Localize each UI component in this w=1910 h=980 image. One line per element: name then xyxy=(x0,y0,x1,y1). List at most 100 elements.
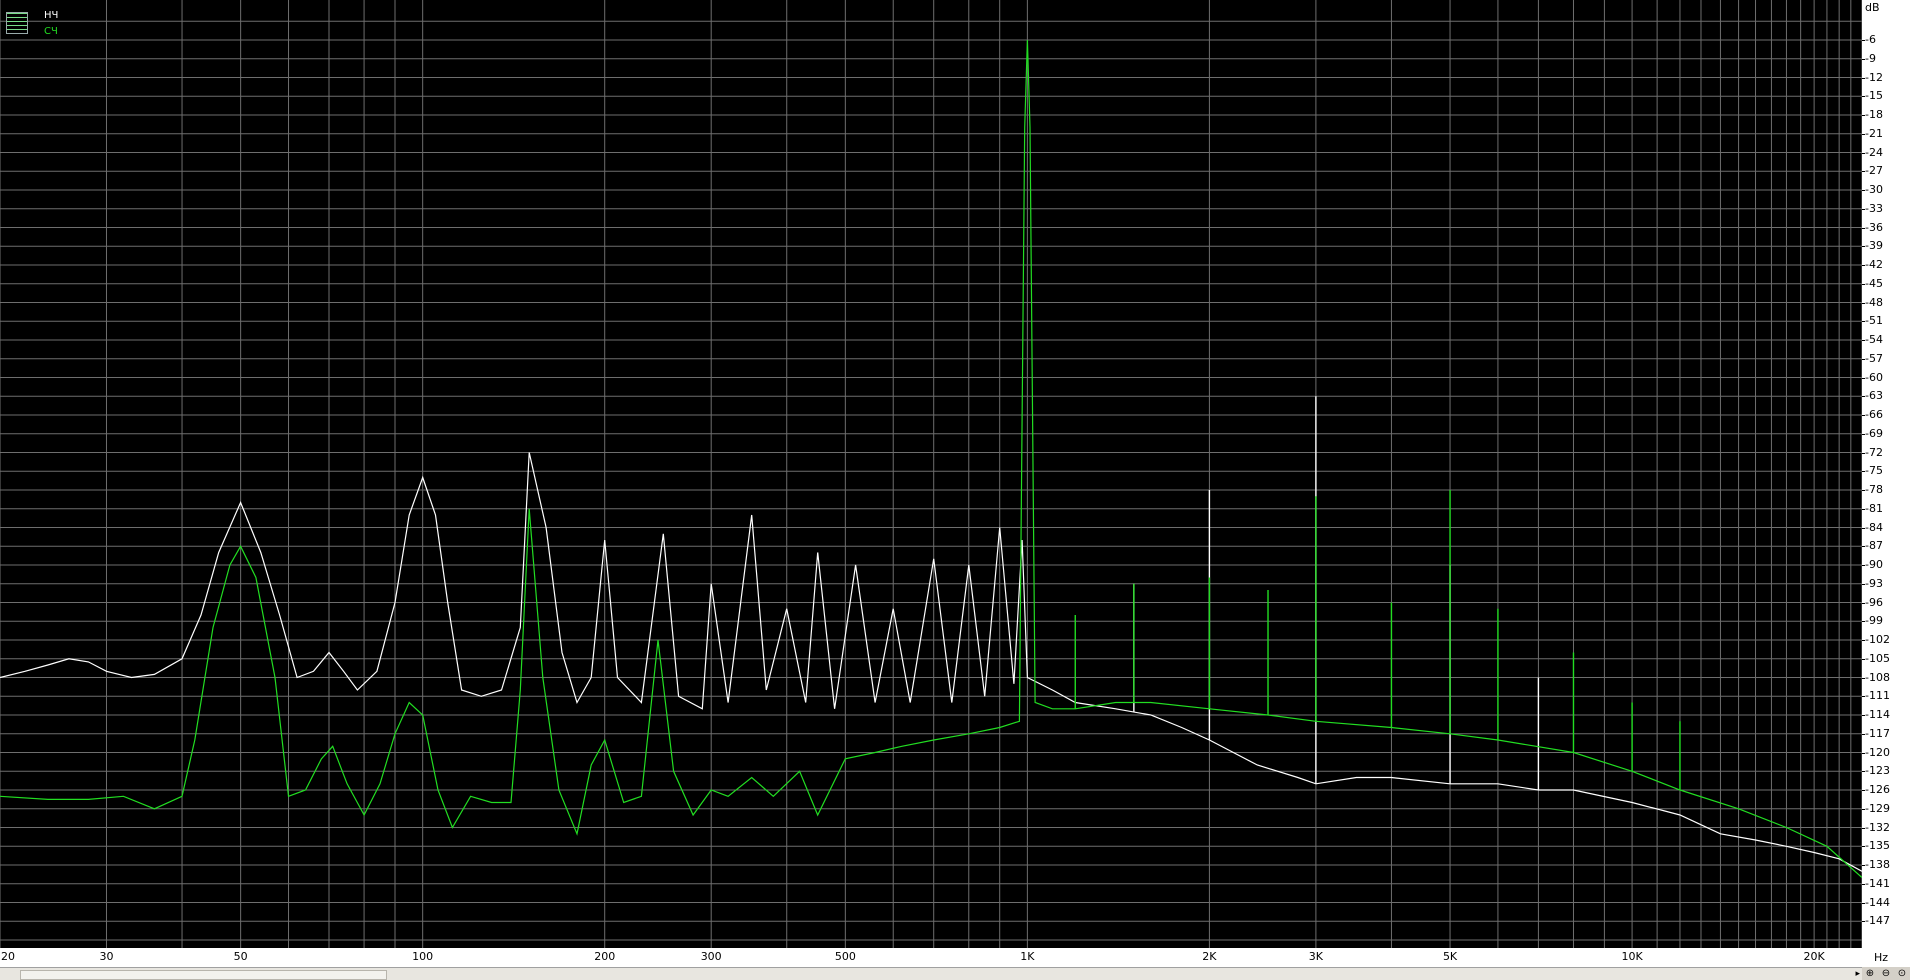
y-tick-mark xyxy=(1862,396,1865,398)
y-tick-mark xyxy=(1862,733,1865,735)
y-tick-label: -63 xyxy=(1865,389,1883,403)
zoom-in-icon[interactable]: ⊕ xyxy=(1866,968,1874,980)
y-tick-mark xyxy=(1862,677,1865,679)
y-axis-unit: dB xyxy=(1865,1,1880,14)
y-tick-mark xyxy=(1862,865,1865,866)
zoom-out-icon[interactable]: ⊖ xyxy=(1882,968,1890,980)
y-tick-mark xyxy=(1862,696,1865,698)
y-tick-mark xyxy=(1862,640,1865,641)
y-tick-mark xyxy=(1862,902,1865,904)
y-tick-mark xyxy=(1862,227,1865,229)
zoom-fit-icon[interactable]: ⊙ xyxy=(1898,968,1906,980)
y-tick-mark xyxy=(1862,377,1865,379)
y-tick-mark xyxy=(1862,565,1865,566)
y-tick-mark xyxy=(1862,246,1865,248)
legend-grid-icon[interactable] xyxy=(6,12,28,34)
y-tick-mark xyxy=(1862,58,1865,60)
y-tick-mark xyxy=(1862,283,1865,285)
y-tick-label: -39 xyxy=(1865,239,1883,253)
y-tick-label: -12 xyxy=(1865,70,1883,84)
y-tick-label: -69 xyxy=(1865,426,1883,440)
y-tick-label: -66 xyxy=(1865,408,1883,421)
y-tick-label: -18 xyxy=(1865,108,1883,121)
y-tick-label: -54 xyxy=(1865,333,1883,346)
y-tick-label: -81 xyxy=(1865,501,1883,515)
x-tick-label: 1K xyxy=(1020,950,1035,963)
y-tick-mark xyxy=(1862,190,1865,191)
horizontal-scrollbar[interactable]: ▸ xyxy=(0,967,1862,980)
y-tick-mark xyxy=(1862,771,1865,773)
y-tick-label: -27 xyxy=(1865,164,1883,178)
y-tick-mark xyxy=(1862,621,1865,623)
y-tick-mark xyxy=(1862,208,1865,210)
x-tick-label: 500 xyxy=(834,950,856,963)
y-tick-mark xyxy=(1862,302,1865,304)
x-tick-label: 200 xyxy=(594,950,616,963)
y-axis: dB -6 -9 -12 -15 -18 -21 -24 -27 -30 -33 -36 -39 -42… xyxy=(1862,0,1910,948)
y-tick-label: -60 xyxy=(1865,370,1883,384)
x-tick-label: 100 xyxy=(412,950,434,963)
scroll-thumb[interactable] xyxy=(20,970,387,980)
y-tick-label: -132 xyxy=(1865,820,1890,834)
y-tick-label: -90 xyxy=(1865,558,1883,571)
y-tick-mark xyxy=(1862,715,1865,716)
legend-label-nch: НЧ xyxy=(44,10,59,21)
y-tick-label: -9 xyxy=(1865,51,1876,65)
y-tick-mark xyxy=(1862,658,1865,660)
y-tick-mark xyxy=(1862,96,1865,98)
y-tick-mark xyxy=(1862,152,1865,154)
y-tick-label: -99 xyxy=(1865,614,1883,628)
y-tick-mark xyxy=(1862,452,1865,454)
y-tick-mark xyxy=(1862,415,1865,416)
legend: НЧ СЧ xyxy=(6,8,166,40)
y-tick-label: -42 xyxy=(1865,258,1883,271)
y-tick-mark xyxy=(1862,40,1865,41)
zoom-controls: ⊕ ⊖ ⊙ xyxy=(1862,967,1910,980)
y-tick-label: -117 xyxy=(1865,726,1890,740)
x-tick-label: 20 xyxy=(1,950,15,963)
y-tick-mark xyxy=(1862,340,1865,341)
y-tick-mark xyxy=(1862,602,1865,604)
y-tick-label: -147 xyxy=(1865,914,1890,928)
y-tick-mark xyxy=(1862,827,1865,829)
y-tick-label: -114 xyxy=(1865,708,1890,721)
y-tick-label: -75 xyxy=(1865,464,1883,478)
y-tick-label: -87 xyxy=(1865,539,1883,553)
y-tick-mark xyxy=(1862,77,1865,79)
y-tick-mark xyxy=(1862,265,1865,266)
y-tick-label: -120 xyxy=(1865,745,1890,759)
y-tick-label: -138 xyxy=(1865,858,1890,871)
y-tick-mark xyxy=(1862,752,1865,754)
scroll-right-arrow-icon[interactable]: ▸ xyxy=(1855,969,1860,979)
spectrum-plot-area[interactable]: НЧ СЧ xyxy=(0,0,1862,948)
y-tick-mark xyxy=(1862,133,1865,135)
y-tick-label: -30 xyxy=(1865,183,1883,196)
y-tick-label: -57 xyxy=(1865,351,1883,365)
y-tick-label: -36 xyxy=(1865,220,1883,234)
axis-corner: Hz xyxy=(1862,948,1910,967)
y-tick-label: -21 xyxy=(1865,126,1883,140)
y-tick-mark xyxy=(1862,490,1865,491)
series-line-2 xyxy=(0,39,1862,878)
y-tick-mark xyxy=(1862,508,1865,510)
y-tick-label: -15 xyxy=(1865,89,1883,103)
x-tick-label: 20K xyxy=(1803,950,1825,963)
y-tick-mark xyxy=(1862,883,1865,885)
x-axis-unit: Hz xyxy=(1874,951,1889,964)
x-tick-label: 2K xyxy=(1202,950,1217,963)
y-tick-label: -93 xyxy=(1865,576,1883,590)
y-tick-label: -96 xyxy=(1865,595,1883,609)
x-axis: 20 30 50 100 200 300 500 1K 2K 3K 5K 10K 20K xyxy=(0,948,1862,967)
y-tick-label: -51 xyxy=(1865,314,1883,328)
x-tick-label: 10K xyxy=(1621,950,1643,963)
y-tick-mark xyxy=(1862,171,1865,173)
y-tick-label: -72 xyxy=(1865,445,1883,459)
y-tick-label: -6 xyxy=(1865,33,1876,46)
y-tick-label: -45 xyxy=(1865,276,1883,290)
y-tick-mark xyxy=(1862,115,1865,116)
y-tick-mark xyxy=(1862,527,1865,529)
y-tick-mark xyxy=(1862,358,1865,360)
y-tick-mark xyxy=(1862,433,1865,435)
y-tick-label: -33 xyxy=(1865,201,1883,215)
y-tick-label: -126 xyxy=(1865,783,1890,796)
